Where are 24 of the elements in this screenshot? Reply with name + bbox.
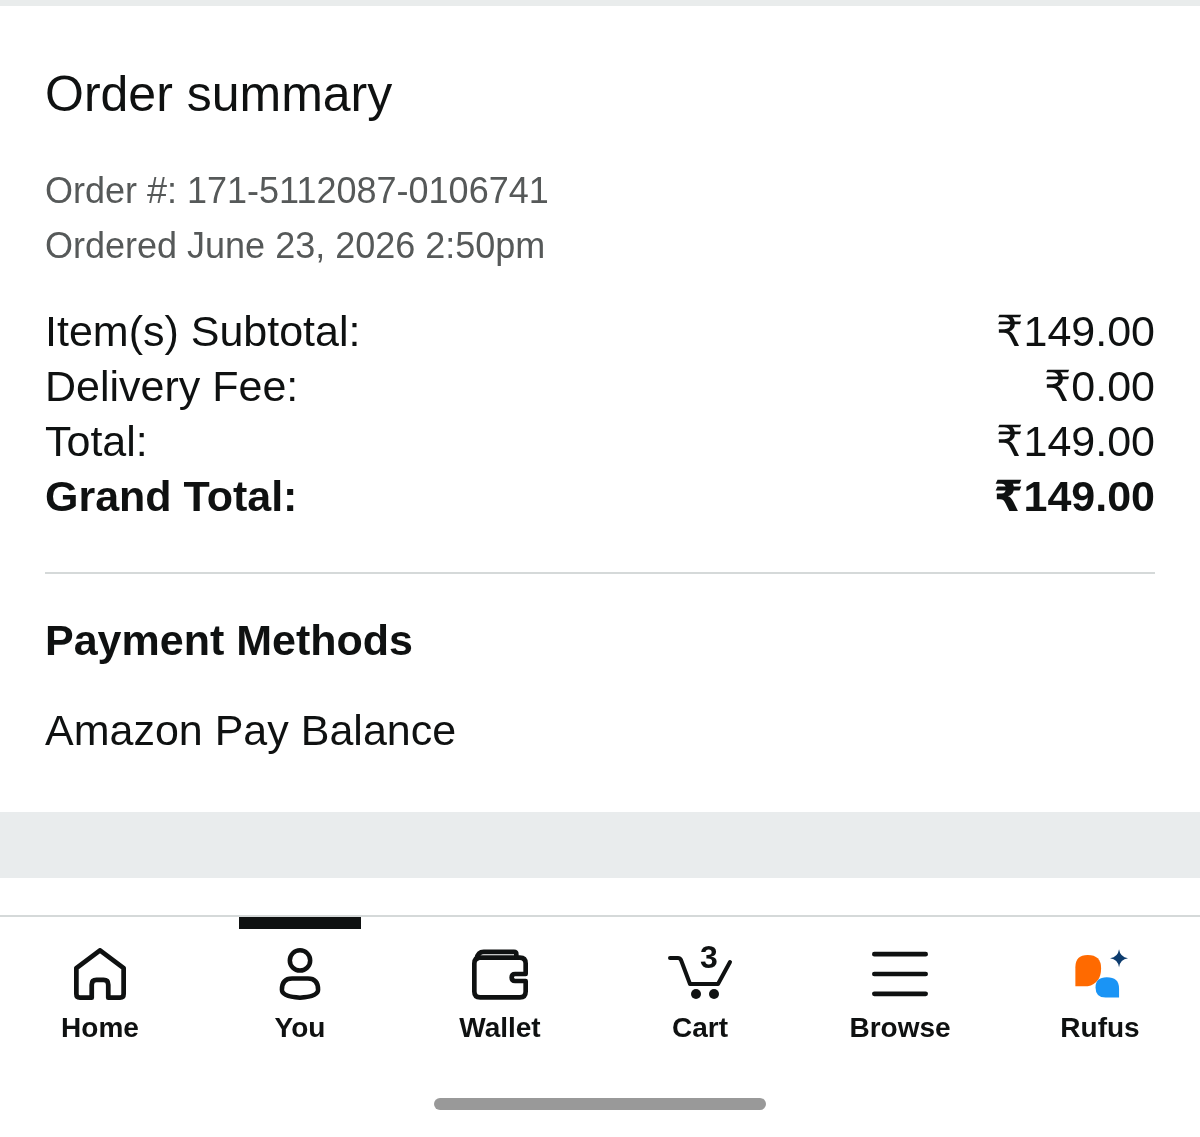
nav-tab[interactable]: You (239, 917, 361, 1045)
summary-label: Item(s) Subtotal: (45, 306, 361, 357)
summary-amount: ₹0.00 (1043, 361, 1155, 412)
order-number: Order #: 171-5112087-0106741 (45, 169, 550, 213)
nav-tab[interactable]: Rufus (1039, 917, 1161, 1045)
chat-bubbles-icon (1072, 948, 1128, 1000)
home-icon (72, 948, 128, 1000)
nav-tab[interactable]: Browse (839, 917, 961, 1045)
summary-label: Total: (45, 416, 148, 467)
summary-amount: ₹149.00 (996, 306, 1155, 357)
summary-amount: ₹149.00 (996, 416, 1155, 467)
grand-total-label: Grand Total: (45, 471, 298, 522)
summary-label: Delivery Fee: (45, 361, 299, 412)
payment-method: Amazon Pay Balance (45, 705, 458, 756)
order-date: Ordered June 23, 2026 2:50pm (45, 224, 547, 268)
cart-item-count: 3 (700, 941, 718, 973)
nav-tab[interactable]: 3 Cart (639, 917, 761, 1045)
section-title: Order summary (45, 66, 394, 122)
grand-total-amount: ₹149.00 (993, 471, 1155, 522)
nav-tab[interactable]: Wallet (439, 917, 561, 1045)
nav-tab[interactable]: Home (39, 917, 161, 1045)
section-title: Payment Methods (45, 615, 414, 666)
home-indicator-bar[interactable] (434, 1098, 766, 1110)
wallet-icon (472, 948, 528, 1000)
